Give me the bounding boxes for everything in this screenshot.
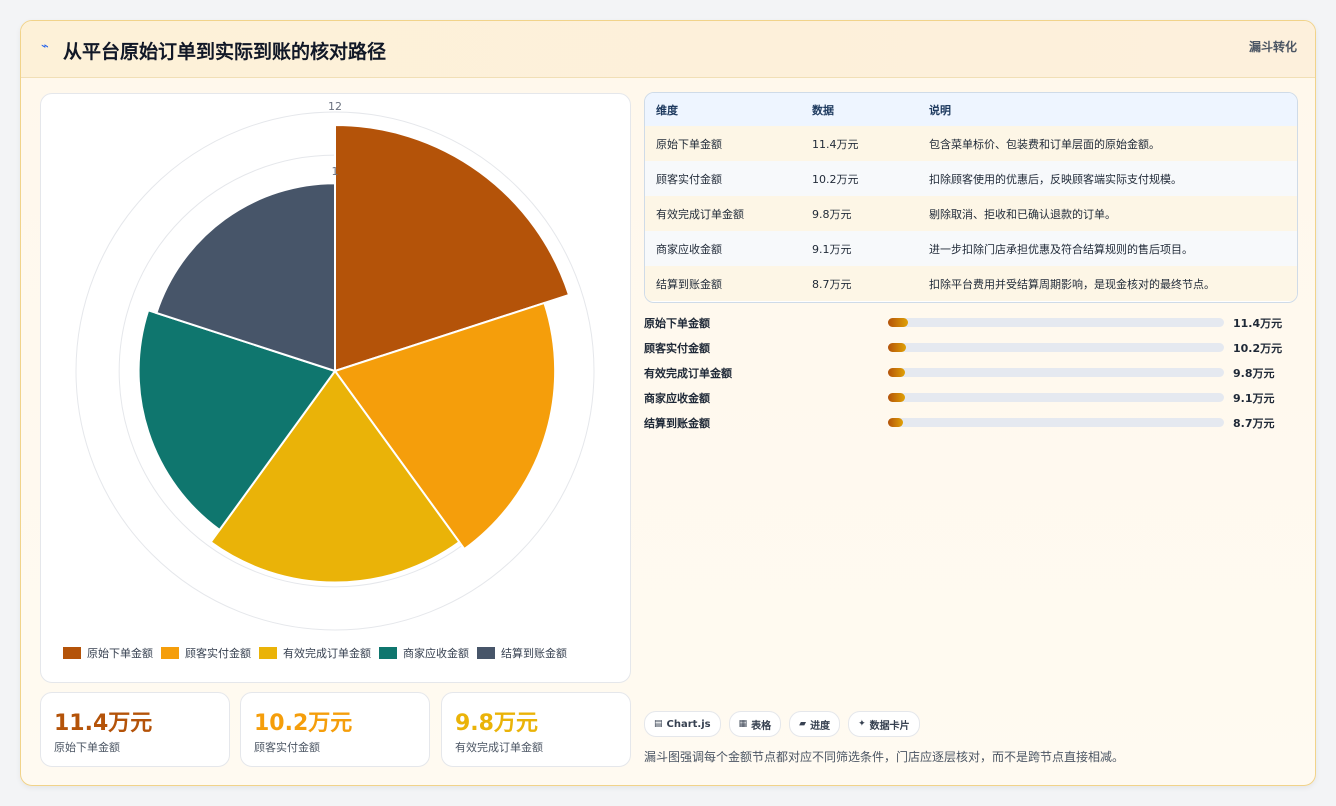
chip-chartjs[interactable]: ▤ Chart.js (644, 711, 721, 737)
table-header-cell: 数据 (812, 103, 834, 117)
legend-swatch (259, 647, 277, 659)
progress-fill (888, 318, 909, 327)
chart-type-badge: 漏斗转化 (1248, 40, 1297, 54)
stat-value: 9.8万元 (455, 711, 538, 736)
progress-row: 有效完成订单金额 9.8万元 (644, 363, 1304, 383)
chart-icon: ▤ (654, 719, 663, 729)
table-icon: ▦ (738, 719, 748, 729)
table-row: 商家应收金额 9.1万元 进一步扣除门店承担优惠及符合结算规则的售后项目。 (645, 231, 1297, 267)
progress-track (888, 368, 1224, 377)
table-cell: 扣除顾客使用的优惠后，反映顾客端实际支付规模。 (929, 172, 1182, 186)
chip-table[interactable]: ▦ 表格 (728, 711, 782, 737)
legend-label: 有效完成订单金额 (283, 647, 371, 660)
radial-tick-label: 12 (328, 100, 342, 113)
progress-track (888, 418, 1224, 427)
legend-label: 顾客实付金额 (185, 647, 251, 660)
table-row: 结算到账金额 8.7万元 扣除平台费用并受结算周期影响，是现金核对的最终节点。 (645, 266, 1297, 301)
table-header-cell: 维度 (656, 103, 678, 117)
chart-legend: 原始下单金额 顾客实付金额 有效完成订单金额 商家应收金额 结算到账金额 (63, 644, 623, 662)
legend-item[interactable]: 原始下单金额 (63, 645, 153, 661)
stat-card-completed: 9.8万元 有效完成订单金额 (441, 692, 631, 767)
chart-panel: 12 1 原始下单金额 顾客实付金额 有效完成订单金额 商家应收金额 结算到账金额 (40, 93, 631, 683)
table-row: 有效完成订单金额 9.8万元 剔除取消、拒收和已确认退款的订单。 (645, 196, 1297, 232)
table-cell: 10.2万元 (812, 172, 859, 186)
progress-track (888, 343, 1224, 352)
table-row: 原始下单金额 11.4万元 包含菜单标价、包装费和订单层面的原始金额。 (645, 126, 1297, 162)
table-cell: 11.4万元 (812, 137, 859, 151)
progress-label: 商家应收金额 (644, 392, 710, 405)
legend-item[interactable]: 商家应收金额 (379, 645, 469, 661)
progress-value: 9.8万元 (1233, 367, 1275, 380)
table-cell: 商家应收金额 (656, 242, 722, 256)
table-cell: 扣除平台费用并受结算周期影响，是现金核对的最终节点。 (929, 277, 1215, 291)
legend-label: 商家应收金额 (403, 647, 469, 660)
chip-label: Chart.js (666, 718, 711, 730)
table-cell: 有效完成订单金额 (656, 207, 744, 221)
footnote: 漏斗图强调每个金额节点都对应不同筛选条件，门店应逐层核对，而不是跨节点直接相减。 (644, 750, 1125, 764)
stat-card-paid: 10.2万元 顾客实付金额 (240, 692, 430, 767)
polar-area-chart: 12 1 (75, 100, 595, 631)
progress-label: 原始下单金额 (644, 317, 710, 330)
chip-data-cards[interactable]: ✦ 数据卡片 (848, 711, 920, 737)
table-cell: 顾客实付金额 (656, 172, 722, 186)
legend-label: 结算到账金额 (501, 647, 567, 660)
table-cell: 9.8万元 (812, 207, 852, 221)
stat-card-original: 11.4万元 原始下单金额 (40, 692, 230, 767)
card-header: ⌁ 从平台原始订单到实际到账的核对路径 漏斗转化 (21, 21, 1315, 78)
chip-label: 表格 (751, 720, 772, 732)
legend-item[interactable]: 结算到账金额 (477, 645, 567, 661)
table-cell: 结算到账金额 (656, 277, 722, 291)
legend-label: 原始下单金额 (87, 647, 153, 660)
progress-track (888, 318, 1224, 327)
progress-label: 结算到账金额 (644, 417, 710, 430)
chip-progress[interactable]: ▰ 进度 (789, 711, 841, 737)
page-title: 从平台原始订单到实际到账的核对路径 (63, 41, 387, 63)
stat-label: 有效完成订单金额 (455, 741, 543, 754)
legend-swatch (161, 647, 179, 659)
stat-value: 10.2万元 (254, 711, 353, 736)
legend-item[interactable]: 有效完成订单金额 (259, 645, 371, 661)
legend-swatch (477, 647, 495, 659)
main-card: ⌁ 从平台原始订单到实际到账的核对路径 漏斗转化 12 1 原始下单金额 顾客实付金… (20, 20, 1316, 786)
stat-label: 顾客实付金额 (254, 741, 320, 754)
table-cell: 8.7万元 (812, 277, 852, 291)
stat-label: 原始下单金额 (54, 741, 120, 754)
radial-tick-label: 1 (332, 165, 339, 178)
progress-value: 10.2万元 (1233, 342, 1283, 355)
progress-fill (888, 343, 907, 352)
progress-row: 商家应收金额 9.1万元 (644, 388, 1304, 408)
table-cell: 剔除取消、拒收和已确认退款的订单。 (929, 207, 1116, 221)
progress-label: 顾客实付金额 (644, 342, 710, 355)
table-row: 顾客实付金额 10.2万元 扣除顾客使用的优惠后，反映顾客端实际支付规模。 (645, 161, 1297, 197)
legend-swatch (379, 647, 397, 659)
table-header-cell: 说明 (929, 103, 951, 117)
table-cell: 进一步扣除门店承担优惠及符合结算规则的售后项目。 (929, 242, 1193, 256)
progress-fill (888, 418, 904, 427)
progress-row: 结算到账金额 8.7万元 (644, 413, 1304, 433)
progress-row: 原始下单金额 11.4万元 (644, 313, 1304, 333)
progress-fill (888, 393, 905, 402)
chip-label: 数据卡片 (869, 720, 910, 732)
progress-value: 9.1万元 (1233, 392, 1275, 405)
progress-row: 顾客实付金额 10.2万元 (644, 338, 1304, 358)
card-icon: ✦ (858, 719, 866, 729)
table-header-row: 维度 数据 说明 (645, 93, 1297, 127)
progress-value: 11.4万元 (1233, 317, 1283, 330)
legend-swatch (63, 647, 81, 659)
data-table: 维度 数据 说明 原始下单金额 11.4万元 包含菜单标价、包装费和订单层面的原… (644, 92, 1298, 303)
table-cell: 9.1万元 (812, 242, 852, 256)
progress-label: 有效完成订单金额 (644, 367, 732, 380)
table-cell: 包含菜单标价、包装费和订单层面的原始金额。 (929, 137, 1160, 151)
feature-chips: ▤ Chart.js ▦ 表格 ▰ 进度 ✦ 数据卡片 (644, 711, 928, 737)
progress-fill (888, 368, 905, 377)
chip-label: 进度 (810, 720, 831, 732)
table-cell: 原始下单金额 (656, 137, 722, 151)
spark-icon: ⌁ (41, 39, 49, 54)
progress-track (888, 393, 1224, 402)
progress-value: 8.7万元 (1233, 417, 1275, 430)
legend-item[interactable]: 顾客实付金额 (161, 645, 251, 661)
progress-icon: ▰ (799, 719, 807, 729)
stat-value: 11.4万元 (54, 711, 153, 736)
